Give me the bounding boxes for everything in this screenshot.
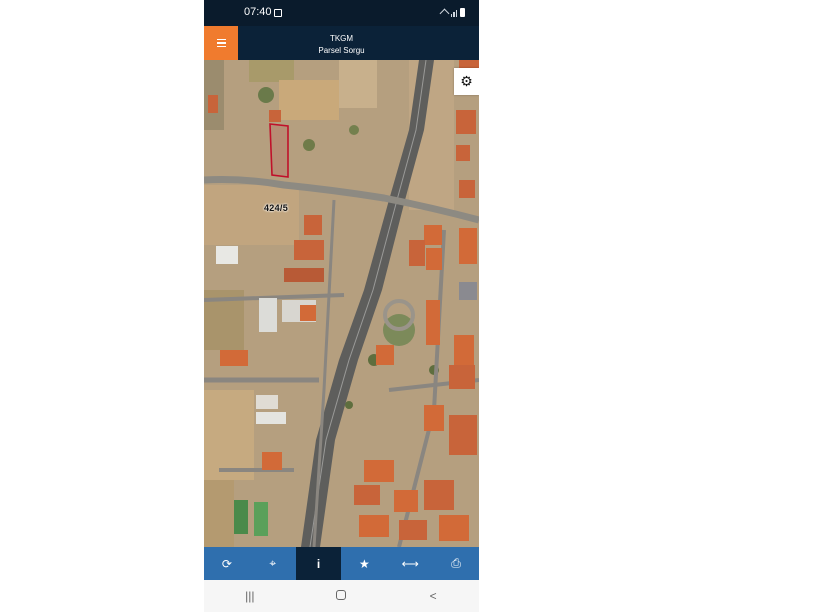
battery-icon	[460, 8, 465, 17]
locate-button[interactable]: ⌖	[250, 547, 296, 580]
locate-icon: ⌖	[269, 556, 277, 570]
recent-apps-button[interactable]: |||	[230, 589, 270, 603]
image-notification-icon	[274, 9, 282, 17]
favorites-button[interactable]: ★	[341, 547, 387, 580]
back-button[interactable]: <	[413, 589, 453, 603]
signal-icon	[450, 10, 457, 17]
parcel-label[interactable]: 424/5	[264, 203, 288, 213]
measure-icon: ⟷	[401, 556, 419, 571]
app-header: TKGM Parsel Sorgu	[204, 26, 479, 60]
gear-icon: ⚙	[460, 73, 473, 89]
status-bar: 07:40	[204, 0, 479, 26]
back-icon: <	[429, 589, 437, 603]
phone-screen: 07:40 TKGM Parsel Sorgu 424/5 ⚙ ⟳ ⌖ i ★ …	[204, 0, 479, 612]
star-icon: ★	[359, 556, 370, 571]
print-button[interactable]: ⎙	[433, 547, 479, 580]
android-nav-bar: ||| <	[204, 580, 479, 612]
satellite-map[interactable]: 424/5 ⚙	[204, 60, 479, 547]
status-indicators	[439, 8, 465, 19]
status-time: 07:40	[244, 6, 272, 18]
home-icon	[336, 590, 347, 600]
bottom-toolbar: ⟳ ⌖ i ★ ⟷ ⎙	[204, 547, 479, 580]
refresh-icon: ⟳	[221, 556, 232, 571]
recent-apps-icon: |||	[245, 589, 255, 603]
app-subtitle: Parsel Sorgu	[318, 46, 365, 55]
app-title: TKGM	[329, 34, 354, 43]
print-icon: ⎙	[451, 556, 461, 570]
map-imagery	[204, 60, 479, 547]
map-settings-button[interactable]: ⚙	[454, 68, 479, 95]
info-icon: i	[316, 556, 321, 571]
refresh-button[interactable]: ⟳	[204, 547, 250, 580]
measure-button[interactable]: ⟷	[387, 547, 433, 580]
wifi-icon	[439, 8, 449, 19]
info-button[interactable]: i	[295, 547, 342, 580]
home-button[interactable]	[321, 589, 361, 603]
